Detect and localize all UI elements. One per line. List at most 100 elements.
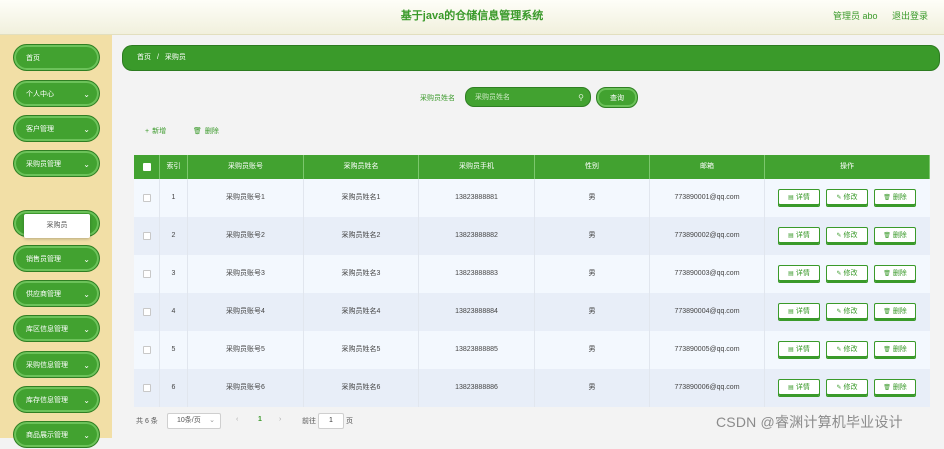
select-all-checkbox[interactable] [143, 163, 151, 171]
search-input[interactable]: 采购员姓名 ⚲ [465, 87, 591, 107]
page-size-select[interactable]: 10条/页 ⌄ [167, 413, 221, 429]
edit-button[interactable]: ✎ 修改 [826, 227, 868, 245]
breadcrumb-separator: / [156, 54, 159, 61]
cell-gender: 男 [535, 217, 650, 255]
cell-name: 采购员姓名1 [304, 179, 419, 217]
detail-icon: ▤ [788, 385, 794, 391]
delete-button[interactable]: 🗑 删除 [874, 227, 916, 245]
detail-icon: ▤ [788, 347, 794, 353]
detail-label: 详情 [795, 232, 810, 239]
cell-index: 1 [160, 179, 188, 217]
detail-icon: ▤ [788, 271, 794, 277]
detail-icon: ▤ [788, 233, 794, 239]
row-checkbox[interactable] [143, 270, 151, 278]
row-checkbox[interactable] [143, 194, 151, 202]
edit-button[interactable]: ✎ 修改 [826, 379, 868, 397]
column-header: 索引 [160, 155, 188, 179]
detail-button[interactable]: ▤ 详情 [778, 227, 820, 245]
edit-label: 修改 [843, 308, 858, 315]
column-header: 邮箱 [650, 155, 765, 179]
chevron-down-icon: ⌄ [83, 290, 90, 299]
sidebar-item[interactable]: 采购员管理 ⌄ [13, 150, 100, 177]
goto-label: 前往 [302, 418, 316, 425]
detail-button[interactable]: ▤ 详情 [778, 303, 820, 321]
detail-button[interactable]: ▤ 详情 [778, 341, 820, 359]
add-button[interactable]: + 新增 [145, 126, 166, 136]
sidebar-item[interactable]: 供应商管理 ⌄ [13, 280, 100, 307]
sidebar-item-label: 个人中心 [26, 91, 54, 98]
sidebar-item[interactable]: 库区信息管理 ⌄ [13, 315, 100, 342]
sidebar-item[interactable]: 首页 [13, 44, 100, 71]
delete-icon: 🗑 [883, 271, 891, 277]
breadcrumb: 首页 / 采购员 [122, 45, 940, 71]
row-checkbox[interactable] [143, 384, 151, 392]
sidebar: 首页个人中心⌄客户管理⌄采购员管理⌄仓管员管理⌄销售员管理⌄供应商管理⌄库区信息… [0, 35, 112, 448]
delete-button[interactable]: 🗑 删除 [874, 265, 916, 283]
cell-account: 采购员账号5 [188, 331, 304, 369]
sidebar-item-label: 库存信息管理 [26, 397, 68, 404]
goto-suffix: 页 [346, 418, 353, 425]
cell-index: 2 [160, 217, 188, 255]
batch-delete-button[interactable]: 🗑 删除 [193, 126, 219, 136]
next-page-button[interactable]: › [279, 416, 281, 423]
chevron-down-icon: ⌄ [83, 125, 90, 134]
cell-phone: 13823888882 [419, 217, 535, 255]
detail-button[interactable]: ▤ 详情 [778, 265, 820, 283]
sidebar-item[interactable]: 库存信息管理 ⌄ [13, 386, 100, 413]
sidebar-subitem-buyer[interactable]: 采购员 [24, 214, 90, 238]
sidebar-item[interactable]: 采购信息管理 ⌄ [13, 351, 100, 378]
table-row: 4 采购员账号4 采购员姓名4 13823888884 男 773890004@qq.co… [134, 293, 930, 331]
prev-page-button[interactable]: ‹ [236, 416, 238, 423]
sidebar-item[interactable]: 商品展示管理 ⌄ [13, 421, 100, 448]
current-user: 管理员 abo [833, 11, 878, 21]
detail-button[interactable]: ▤ 详情 [778, 379, 820, 397]
cell-gender: 男 [535, 331, 650, 369]
edit-icon: ✎ [836, 309, 842, 315]
delete-icon: 🗑 [883, 195, 891, 201]
table-row: 1 采购员账号1 采购员姓名1 13823888881 男 773890001@qq.co… [134, 179, 930, 217]
edit-button[interactable]: ✎ 修改 [826, 341, 868, 359]
column-header: 采购员账号 [188, 155, 304, 179]
cell-name: 采购员姓名2 [304, 217, 419, 255]
edit-button[interactable]: ✎ 修改 [826, 189, 868, 207]
search-button[interactable]: 查询 [596, 87, 638, 108]
goto-page-input[interactable]: 1 [318, 413, 344, 429]
breadcrumb-home[interactable]: 首页 [137, 54, 151, 61]
delete-label: 删除 [892, 308, 907, 315]
cell-gender: 男 [535, 369, 650, 407]
detail-label: 详情 [795, 194, 810, 201]
cell-email: 773890001@qq.com [650, 179, 765, 217]
cell-phone: 13823888881 [419, 179, 535, 217]
sidebar-item[interactable]: 个人中心 ⌄ [13, 80, 100, 107]
trash-icon: 🗑 [193, 128, 202, 135]
row-checkbox[interactable] [143, 308, 151, 316]
table-row: 6 采购员账号6 采购员姓名6 13823888886 男 773890006@qq.co… [134, 369, 930, 407]
delete-button[interactable]: 🗑 删除 [874, 303, 916, 321]
sidebar-item-label: 客户管理 [26, 126, 54, 133]
cell-actions: ▤ 详情 ✎ 修改 🗑 删除 [765, 255, 930, 293]
table-row: 5 采购员账号5 采购员姓名5 13823888885 男 773890005@qq.co… [134, 331, 930, 369]
page-number-current[interactable]: 1 [258, 416, 262, 423]
sidebar-item[interactable]: 销售员管理 ⌄ [13, 245, 100, 272]
sidebar-item[interactable]: 客户管理 ⌄ [13, 115, 100, 142]
app-title: 基于java的仓储信息管理系统 [400, 10, 544, 22]
edit-label: 修改 [843, 270, 858, 277]
edit-button[interactable]: ✎ 修改 [826, 303, 868, 321]
delete-button[interactable]: 🗑 删除 [874, 341, 916, 359]
row-checkbox[interactable] [143, 232, 151, 240]
cell-account: 采购员账号3 [188, 255, 304, 293]
sidebar-item-label: 供应商管理 [26, 291, 61, 298]
logout-link[interactable]: 退出登录 [892, 9, 928, 22]
edit-button[interactable]: ✎ 修改 [826, 265, 868, 283]
cell-gender: 男 [535, 293, 650, 331]
row-select-cell [134, 255, 160, 293]
delete-button[interactable]: 🗑 删除 [874, 189, 916, 207]
detail-icon: ▤ [788, 309, 794, 315]
detail-button[interactable]: ▤ 详情 [778, 189, 820, 207]
row-checkbox[interactable] [143, 346, 151, 354]
delete-button[interactable]: 🗑 删除 [874, 379, 916, 397]
cell-email: 773890006@qq.com [650, 369, 765, 407]
edit-icon: ✎ [836, 347, 842, 353]
cell-account: 采购员账号4 [188, 293, 304, 331]
cell-phone: 13823888884 [419, 293, 535, 331]
